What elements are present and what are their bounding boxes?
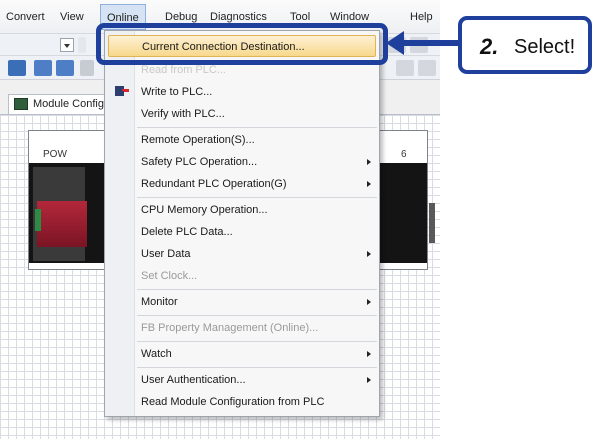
menu-separator (137, 341, 377, 342)
menu-item-write-to-plc[interactable]: Write to PLC... (105, 81, 379, 103)
menu-item-label: Set Clock... (141, 270, 198, 282)
instruction-highlight-frame (96, 23, 388, 65)
menu-item-label: Read Module Configuration from PLC (141, 396, 325, 408)
menu-tool[interactable]: Tool (290, 11, 310, 23)
submenu-arrow-icon (367, 159, 371, 165)
menu-item-watch[interactable]: Watch (105, 343, 379, 365)
menu-item-safety-plc-operation[interactable]: Safety PLC Operation... (105, 151, 379, 173)
grid-icon[interactable] (396, 60, 414, 76)
menu-window[interactable]: Window (330, 11, 369, 23)
menu-debug[interactable]: Debug (165, 11, 197, 23)
submenu-arrow-icon (367, 377, 371, 383)
menu-separator (137, 197, 377, 198)
menu-item-label: Safety PLC Operation... (141, 156, 258, 168)
toolbar-icon[interactable] (80, 60, 94, 76)
slot-label-pow: POW (43, 149, 67, 160)
menu-item-cpu-memory-operation[interactable]: CPU Memory Operation... (105, 199, 379, 221)
callout-arrow-shaft (400, 40, 460, 46)
toolbar-overflow-icon[interactable] (78, 37, 86, 53)
slot-label-6: 6 (401, 149, 407, 160)
menu-item-label: Delete PLC Data... (141, 226, 233, 238)
menu-item-delete-plc-data[interactable]: Delete PLC Data... (105, 221, 379, 243)
menu-separator (137, 367, 377, 368)
menu-item-label: User Authentication... (141, 374, 246, 386)
menu-item-label: Write to PLC... (141, 86, 213, 98)
menu-convert[interactable]: Convert (6, 11, 45, 23)
toolbar-icon[interactable] (418, 60, 436, 76)
submenu-arrow-icon (367, 181, 371, 187)
menu-item-label: Monitor (141, 296, 178, 308)
menu-view[interactable]: View (60, 11, 84, 23)
menu-diagnostics[interactable]: Diagnostics (210, 11, 267, 23)
menu-item-label: Watch (141, 348, 172, 360)
online-menu-dropdown: Current Connection Destination... Read f… (104, 30, 380, 417)
menu-item-user-authentication[interactable]: User Authentication... (105, 369, 379, 391)
menu-item-label: FB Property Management (Online)... (141, 322, 319, 334)
menu-item-set-clock: Set Clock... (105, 265, 379, 287)
menu-item-fb-property-management: FB Property Management (Online)... (105, 317, 379, 339)
menu-item-verify-with-plc[interactable]: Verify with PLC... (105, 103, 379, 125)
device-write-icon[interactable] (34, 60, 52, 76)
menu-item-label: CPU Memory Operation... (141, 204, 268, 216)
menu-item-label: Verify with PLC... (141, 108, 225, 120)
device-verify-icon[interactable] (56, 60, 74, 76)
menu-item-monitor[interactable]: Monitor (105, 291, 379, 313)
callout-step-text: Select! (514, 36, 576, 58)
submenu-arrow-icon (367, 351, 371, 357)
device-read-icon[interactable] (8, 60, 26, 76)
submenu-arrow-icon (367, 251, 371, 257)
menu-separator (137, 127, 377, 128)
menu-item-redundant-plc-operation[interactable]: Redundant PLC Operation(G) (105, 173, 379, 195)
menu-item-label: Read from PLC... (141, 64, 226, 76)
status-led (35, 209, 41, 231)
callout-step-number: 2. (480, 34, 499, 59)
menu-item-label: User Data (141, 248, 191, 260)
menu-separator (137, 315, 377, 316)
power-supply-front-panel (37, 201, 87, 247)
toolbar-dropdown-button[interactable] (60, 38, 74, 52)
module-slot (429, 203, 435, 243)
menu-item-label: Redundant PLC Operation(G) (141, 178, 287, 190)
instruction-callout: 2. Select! (458, 16, 592, 74)
menu-item-user-data[interactable]: User Data (105, 243, 379, 265)
write-to-plc-icon (115, 86, 129, 96)
module-configuration-icon (14, 98, 28, 110)
menu-item-read-module-configuration[interactable]: Read Module Configuration from PLC (105, 391, 379, 413)
callout-arrow-icon (386, 31, 404, 55)
menu-help[interactable]: Help (410, 11, 433, 23)
submenu-arrow-icon (367, 299, 371, 305)
menu-separator (137, 289, 377, 290)
menu-item-remote-operation[interactable]: Remote Operation(S)... (105, 129, 379, 151)
app-window: Convert View Online Debug Diagnostics To… (0, 0, 440, 439)
menu-item-label: Remote Operation(S)... (141, 134, 255, 146)
